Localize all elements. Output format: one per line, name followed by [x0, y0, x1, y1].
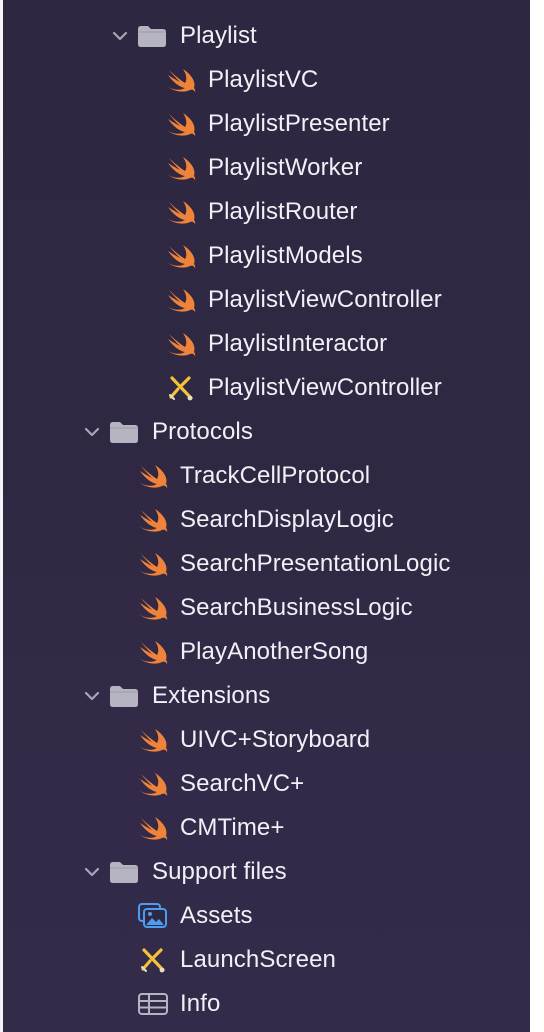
file-row[interactable]: PlaylistModels [0, 234, 530, 278]
swift-icon [138, 813, 168, 843]
folder-label: Support files [152, 858, 287, 885]
right-border [530, 0, 544, 1032]
folder-row-extensions[interactable]: Extensions [0, 674, 530, 718]
file-row[interactable]: PlaylistInteractor [0, 322, 530, 366]
file-row[interactable]: PlaylistPresenter [0, 102, 530, 146]
file-label: UIVC+Storyboard [180, 726, 371, 753]
chevron-down-icon[interactable] [83, 863, 101, 881]
file-label: PlaylistModels [208, 242, 363, 269]
file-label: SearchDisplayLogic [180, 506, 394, 533]
folder-label: Extensions [152, 682, 271, 709]
file-label: PlayAnotherSong [180, 638, 369, 665]
file-row[interactable]: TrackCellProtocol [0, 454, 530, 498]
project-navigator: Playlist PlaylistVC PlaylistPresenter Pl… [0, 0, 544, 1032]
swift-icon [138, 637, 168, 667]
swift-icon [138, 549, 168, 579]
file-label: Assets [180, 902, 253, 929]
swift-icon [166, 65, 196, 95]
plist-icon [138, 989, 168, 1019]
file-row[interactable]: PlaylistWorker [0, 146, 530, 190]
folder-icon [109, 857, 139, 887]
file-label: LaunchScreen [180, 946, 336, 973]
folder-label: Protocols [152, 418, 253, 445]
file-label: PlaylistPresenter [208, 110, 390, 137]
file-label: CMTime+ [180, 814, 285, 841]
file-label: PlaylistInteractor [208, 330, 388, 357]
file-label: SearchBusinessLogic [180, 594, 413, 621]
file-row[interactable]: Assets [0, 894, 530, 938]
file-label: TrackCellProtocol [180, 462, 371, 489]
xib-icon [166, 373, 196, 403]
swift-icon [166, 153, 196, 183]
file-row[interactable]: CMTime+ [0, 806, 530, 850]
file-row[interactable]: LaunchScreen [0, 938, 530, 982]
file-row[interactable]: PlaylistRouter [0, 190, 530, 234]
file-row[interactable]: SearchVC+ [0, 762, 530, 806]
file-row[interactable]: Info [0, 982, 530, 1026]
swift-icon [138, 505, 168, 535]
folder-row-protocols[interactable]: Protocols [0, 410, 530, 454]
swift-icon [166, 109, 196, 139]
file-row[interactable]: SearchBusinessLogic [0, 586, 530, 630]
folder-row-support-files[interactable]: Support files [0, 850, 530, 894]
swift-icon [166, 197, 196, 227]
file-row[interactable]: SearchDisplayLogic [0, 498, 530, 542]
folder-icon [137, 21, 167, 51]
file-row[interactable]: PlaylistViewController [0, 366, 530, 410]
chevron-down-icon[interactable] [83, 687, 101, 705]
file-label: PlaylistVC [208, 66, 319, 93]
file-row[interactable]: PlaylistViewController [0, 278, 530, 322]
folder-row-playlist[interactable]: Playlist [0, 14, 530, 58]
xib-icon [138, 945, 168, 975]
file-label: PlaylistRouter [208, 198, 358, 225]
file-row[interactable]: SearchPresentationLogic [0, 542, 530, 586]
file-label: SearchPresentationLogic [180, 550, 451, 577]
chevron-down-icon[interactable] [83, 423, 101, 441]
swift-icon [138, 461, 168, 491]
file-row[interactable]: PlayAnotherSong [0, 630, 530, 674]
file-label: PlaylistViewController [208, 286, 442, 313]
file-label: SearchVC+ [180, 770, 305, 797]
asset-catalog-icon [138, 901, 168, 931]
chevron-down-icon[interactable] [111, 27, 129, 45]
swift-icon [138, 593, 168, 623]
swift-icon [138, 769, 168, 799]
swift-icon [166, 329, 196, 359]
file-row[interactable]: UIVC+Storyboard [0, 718, 530, 762]
file-label: Info [180, 990, 221, 1017]
file-row[interactable]: PlaylistVC [0, 58, 530, 102]
folder-icon [109, 681, 139, 711]
swift-icon [166, 241, 196, 271]
file-label: PlaylistViewController [208, 374, 442, 401]
swift-icon [166, 285, 196, 315]
file-label: PlaylistWorker [208, 154, 363, 181]
folder-icon [109, 417, 139, 447]
swift-icon [138, 725, 168, 755]
folder-label: Playlist [180, 22, 257, 49]
